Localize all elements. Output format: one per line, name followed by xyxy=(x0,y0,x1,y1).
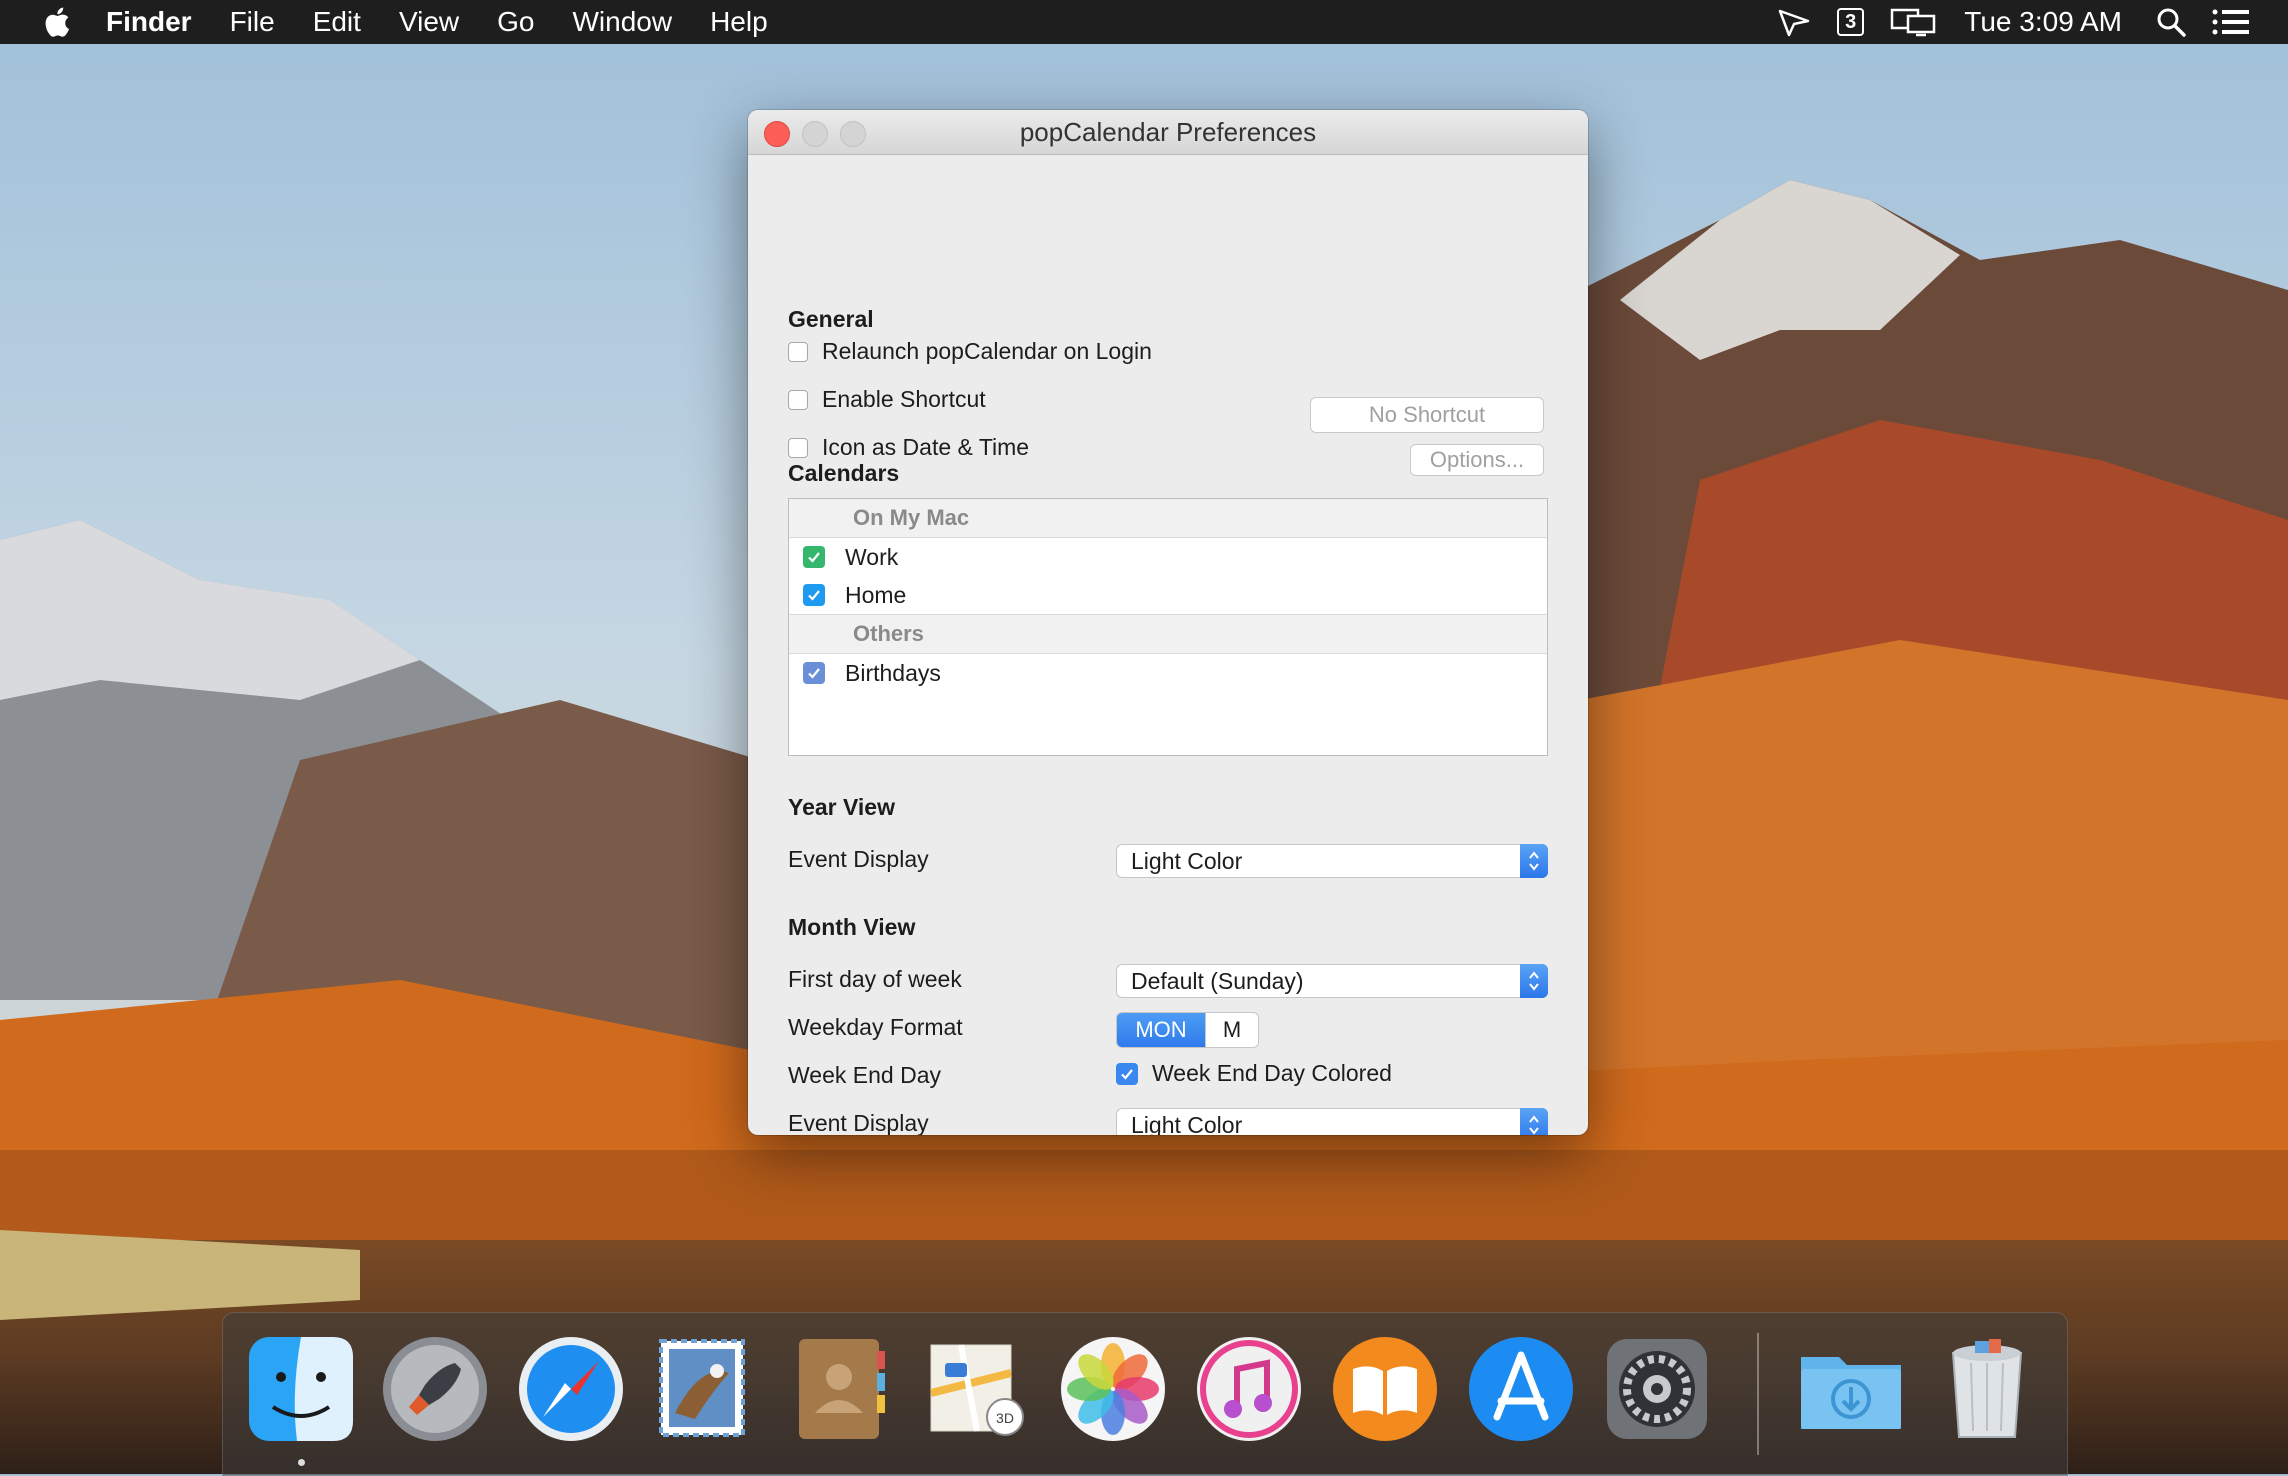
no-shortcut-button[interactable]: No Shortcut xyxy=(1310,397,1544,433)
menu-window[interactable]: Window xyxy=(572,6,672,38)
menu-view[interactable]: View xyxy=(399,6,459,38)
week-end-day-colored-checkbox[interactable] xyxy=(1116,1062,1138,1085)
mail-icon[interactable] xyxy=(651,1333,763,1445)
updown-arrows-icon xyxy=(1520,1108,1548,1135)
enable-shortcut-label: Enable Shortcut xyxy=(822,386,986,412)
week-end-day-colored-option[interactable]: Week End Day Colored xyxy=(1116,1060,1392,1087)
year-event-display-popup[interactable]: Light Color xyxy=(1116,844,1548,878)
location-arrow-icon[interactable] xyxy=(1777,7,1811,37)
maps-icon[interactable]: 3D xyxy=(921,1333,1033,1445)
checkmark-icon xyxy=(808,668,820,679)
dock-divider xyxy=(1757,1333,1759,1455)
svg-text:3D: 3D xyxy=(996,1410,1014,1426)
first-day-of-week-popup[interactable]: Default (Sunday) xyxy=(1116,964,1548,998)
contacts-icon[interactable] xyxy=(785,1333,897,1445)
month-event-display-label: Event Display xyxy=(788,1110,929,1135)
menu-help[interactable]: Help xyxy=(710,6,768,38)
first-day-of-week-label: First day of week xyxy=(788,966,962,992)
year-event-display-label: Event Display xyxy=(788,846,929,872)
weekday-format-segmented-control: MON M xyxy=(1116,1012,1259,1048)
notification-center-icon[interactable] xyxy=(2212,8,2250,36)
spotlight-search-icon[interactable] xyxy=(2156,7,2186,37)
work-calendar-label: Work xyxy=(845,543,899,570)
menu-clock[interactable]: Tue 3:09 AM xyxy=(1964,6,2122,38)
itunes-icon[interactable] xyxy=(1193,1333,1305,1445)
updown-arrows-icon xyxy=(1520,964,1548,998)
calendar-group-on-my-mac: On My Mac xyxy=(789,499,1547,538)
preferences-window: popCalendar Preferences General Relaunch… xyxy=(748,110,1588,1135)
checkmark-icon xyxy=(808,590,820,601)
calendar-date-badge: 3 xyxy=(1837,8,1865,36)
icon-as-date-time-label: Icon as Date & Time xyxy=(822,434,1030,460)
calendar-row-work[interactable]: Work xyxy=(789,538,1547,576)
work-calendar-checkbox[interactable] xyxy=(803,546,825,568)
menu-bar: Finder File Edit View Go Window Help 3 T… xyxy=(0,0,2288,44)
safari-icon[interactable] xyxy=(515,1333,627,1445)
menu-app-name[interactable]: Finder xyxy=(106,6,192,38)
updown-arrows-icon xyxy=(1520,844,1548,878)
checkmark-icon xyxy=(808,552,820,563)
photos-icon[interactable] xyxy=(1057,1333,1169,1445)
downloads-folder-icon[interactable] xyxy=(1795,1333,1907,1445)
calendar-row-birthdays[interactable]: Birthdays xyxy=(789,654,1547,692)
year-event-display-value: Light Color xyxy=(1131,848,1243,874)
checkmark-icon xyxy=(1121,1068,1133,1080)
window-titlebar[interactable]: popCalendar Preferences xyxy=(748,110,1588,155)
weekday-format-m-segment[interactable]: M xyxy=(1205,1013,1258,1047)
week-end-day-colored-label: Week End Day Colored xyxy=(1152,1060,1392,1086)
app-store-icon[interactable] xyxy=(1465,1333,1577,1445)
year-view-heading: Year View xyxy=(788,794,895,820)
enable-shortcut-checkbox[interactable] xyxy=(788,389,808,410)
relaunch-label: Relaunch popCalendar on Login xyxy=(822,338,1152,364)
calendars-list: On My Mac Work Home Others Birthdays xyxy=(788,498,1548,756)
dock: 3D xyxy=(222,1312,2068,1476)
month-view-heading: Month View xyxy=(788,914,916,940)
weekday-format-mon-segment[interactable]: MON xyxy=(1117,1013,1205,1047)
icon-as-date-time-checkbox[interactable] xyxy=(788,437,808,458)
week-end-day-label: Week End Day xyxy=(788,1062,941,1088)
relaunch-checkbox[interactable] xyxy=(788,341,808,362)
options-button[interactable]: Options... xyxy=(1410,444,1544,476)
weekday-format-label: Weekday Format xyxy=(788,1014,963,1040)
window-title: popCalendar Preferences xyxy=(1019,117,1317,147)
enable-shortcut-option[interactable]: Enable Shortcut xyxy=(788,386,986,413)
trash-icon[interactable] xyxy=(1931,1333,2043,1445)
home-calendar-checkbox[interactable] xyxy=(803,584,825,606)
month-event-display-popup[interactable]: Light Color xyxy=(1116,1108,1548,1135)
display-mirroring-icon[interactable] xyxy=(1890,7,1938,37)
launchpad-icon[interactable] xyxy=(379,1333,491,1445)
calendar-status-icon[interactable]: 3 xyxy=(1837,8,1865,36)
system-preferences-icon[interactable] xyxy=(1601,1333,1713,1445)
menu-go[interactable]: Go xyxy=(497,6,534,38)
birthdays-calendar-checkbox[interactable] xyxy=(803,662,825,684)
calendars-heading: Calendars xyxy=(788,460,900,486)
birthdays-calendar-label: Birthdays xyxy=(845,659,941,686)
general-heading: General xyxy=(788,306,874,332)
first-day-of-week-value: Default (Sunday) xyxy=(1131,968,1304,994)
menu-edit[interactable]: Edit xyxy=(313,6,361,38)
icon-as-date-time-option[interactable]: Icon as Date & Time xyxy=(788,434,1029,461)
finder-running-indicator xyxy=(298,1459,305,1466)
menu-file[interactable]: File xyxy=(230,6,275,38)
finder-icon[interactable] xyxy=(245,1333,357,1445)
month-event-display-value: Light Color xyxy=(1131,1112,1243,1135)
calendar-group-others: Others xyxy=(789,614,1547,654)
calendar-row-home[interactable]: Home xyxy=(789,576,1547,614)
relaunch-on-login-option[interactable]: Relaunch popCalendar on Login xyxy=(788,338,1152,365)
preferences-content: General Relaunch popCalendar on Login En… xyxy=(748,154,1588,1135)
apple-icon[interactable] xyxy=(40,5,72,39)
ibooks-icon[interactable] xyxy=(1329,1333,1441,1445)
home-calendar-label: Home xyxy=(845,581,907,608)
